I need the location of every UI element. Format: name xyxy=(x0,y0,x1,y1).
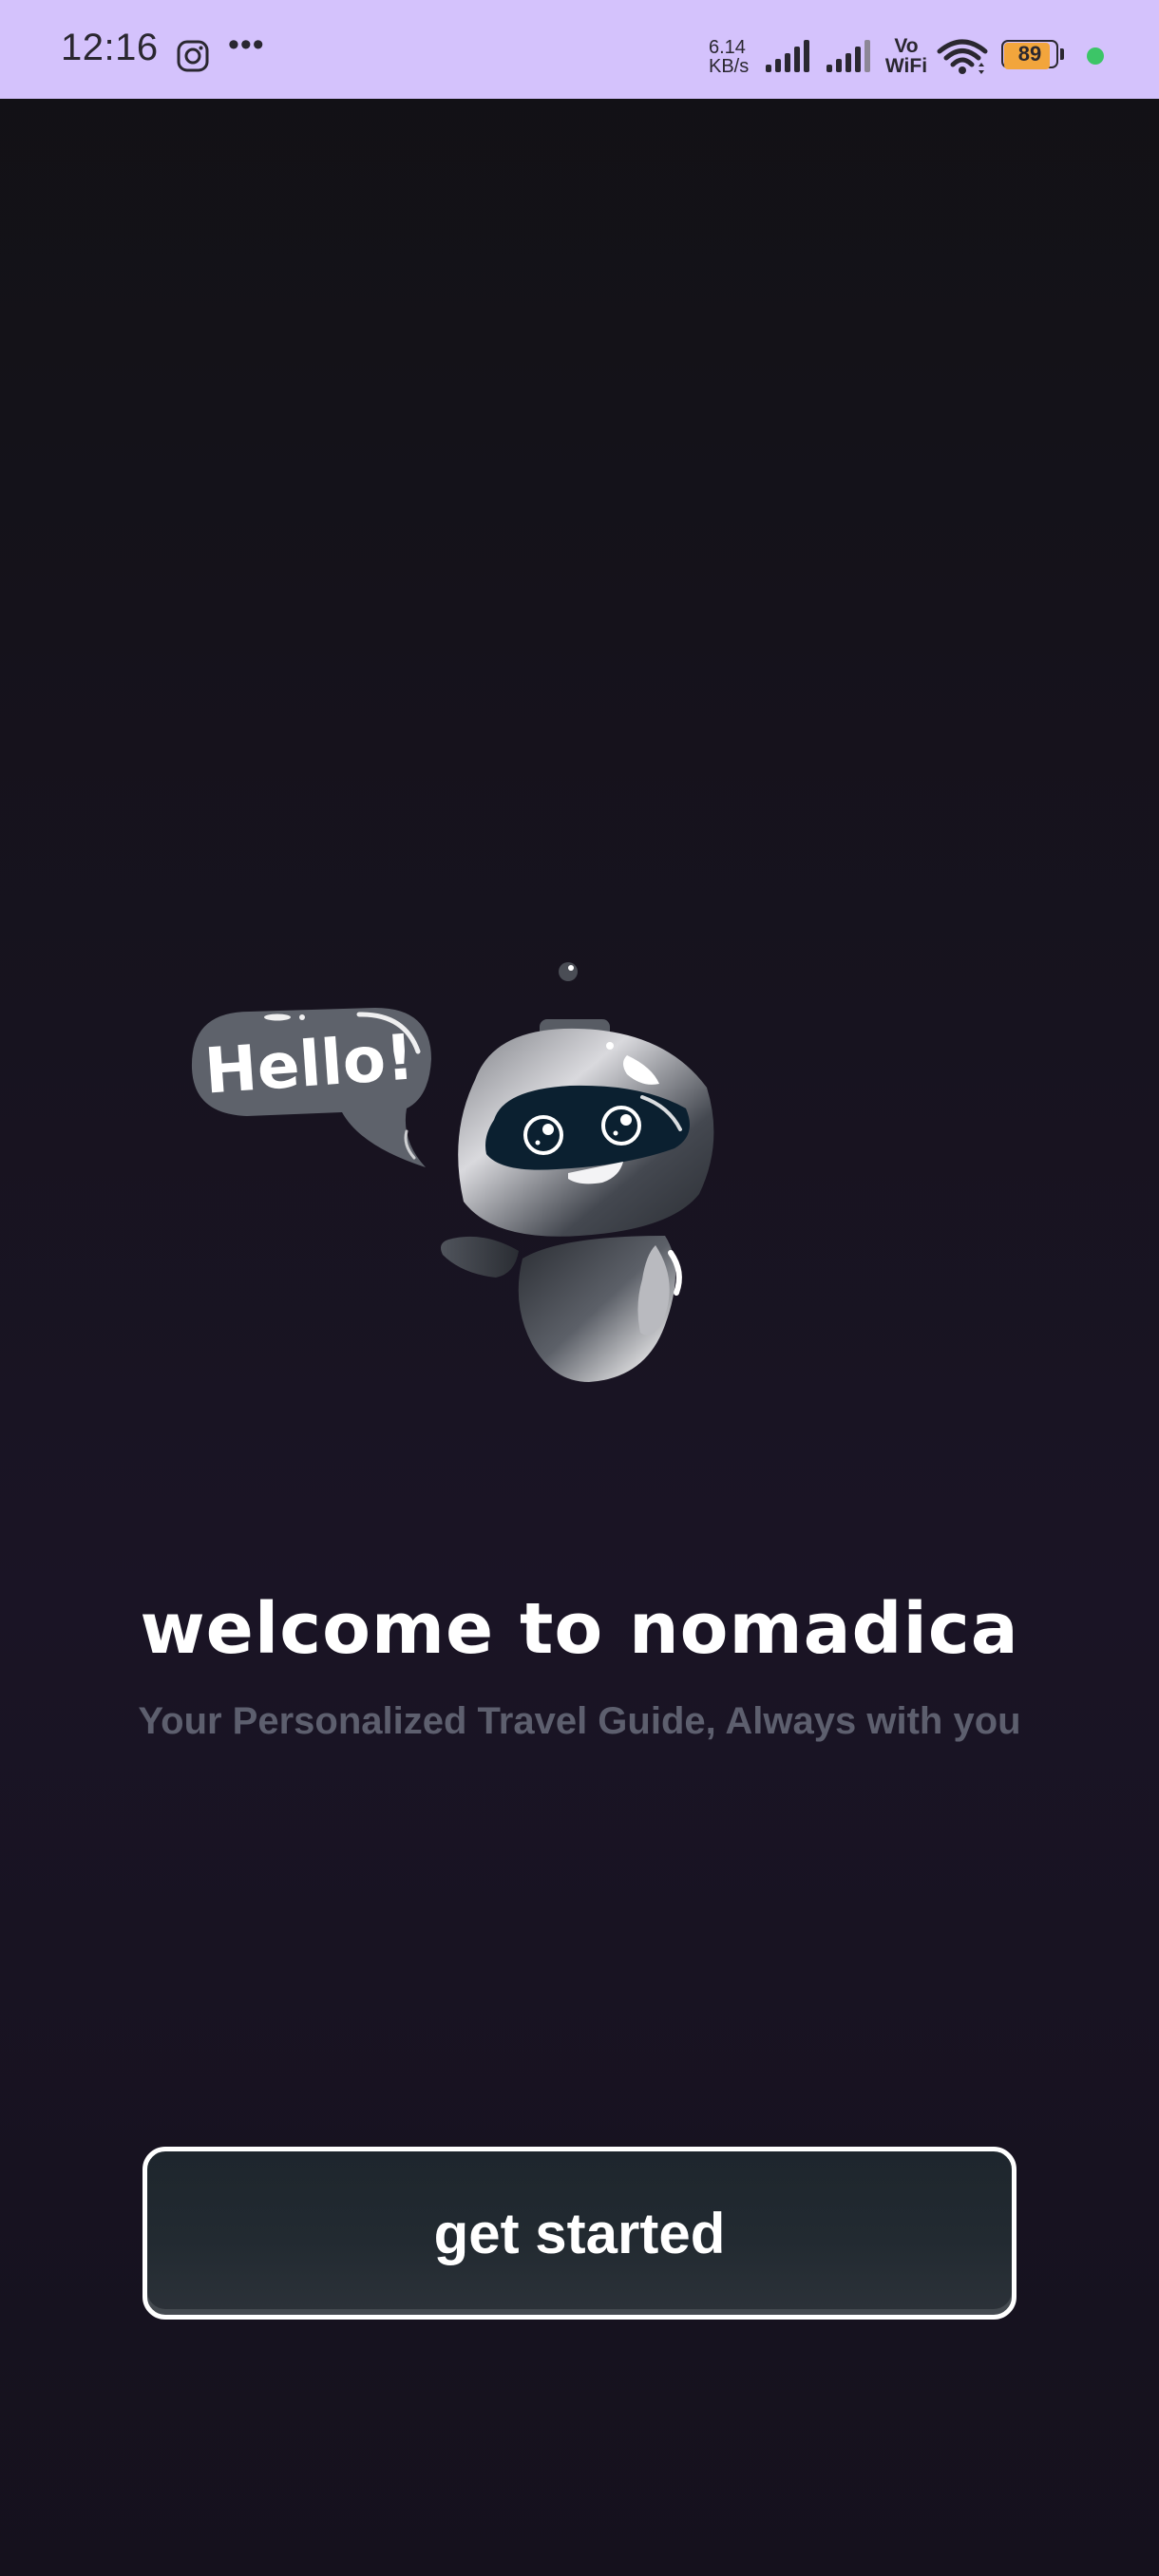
speech-bubble-text: Hello! xyxy=(202,1020,417,1108)
battery-icon: 89 xyxy=(1001,40,1066,72)
status-time: 12:16 xyxy=(61,27,159,68)
robot-body xyxy=(518,1236,682,1382)
signal-icon xyxy=(826,40,870,72)
robot-head xyxy=(458,1019,714,1237)
robot-mascot-illustration: Hello! xyxy=(191,962,714,1382)
more-icon: ••• xyxy=(228,27,265,63)
battery-level: 89 xyxy=(1017,42,1042,66)
instagram-icon xyxy=(177,40,209,72)
get-started-button[interactable]: get started xyxy=(142,2147,1016,2320)
speech-bubble: Hello! xyxy=(191,1008,431,1167)
network-speed-value: 6.14 xyxy=(709,37,746,58)
robot-arm xyxy=(441,1236,519,1278)
vowifi-line1: Vo xyxy=(894,35,919,57)
vowifi-line2: WiFi xyxy=(884,55,928,77)
vowifi-indicator: Vo WiFi xyxy=(884,36,929,76)
privacy-dot xyxy=(1087,47,1104,65)
battery-tip xyxy=(1060,48,1064,60)
network-speed: 6.14 KB/s xyxy=(709,38,758,76)
network-speed-unit: KB/s xyxy=(709,56,750,77)
welcome-title: welcome to nomadica xyxy=(140,1588,1019,1670)
welcome-subtitle: Your Personalized Travel Guide, Always w… xyxy=(138,1700,1021,1742)
antenna-dot xyxy=(559,962,578,981)
wifi-icon xyxy=(937,39,988,74)
status-bar: 12:16 ••• 6.14 KB/s Vo WiFi 89 xyxy=(0,0,1159,99)
signal-icon xyxy=(766,40,809,72)
